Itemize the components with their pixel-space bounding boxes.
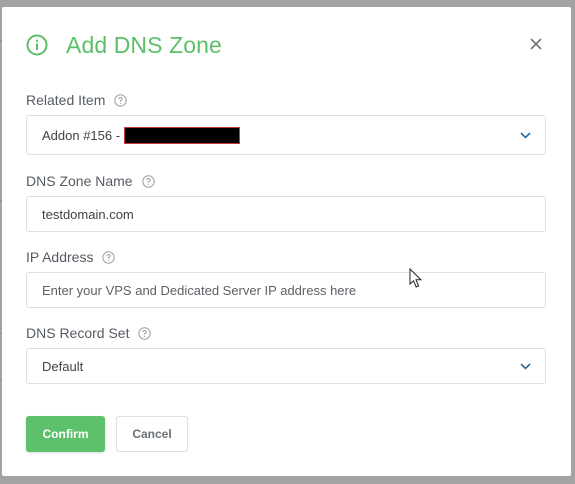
info-icon	[26, 34, 48, 56]
mouse-cursor-icon	[409, 268, 423, 288]
related-item-select[interactable]: Addon #156 -	[26, 115, 546, 155]
cancel-button[interactable]: Cancel	[116, 416, 188, 452]
question-circle-icon[interactable]	[102, 250, 116, 264]
chevron-down-icon	[520, 132, 531, 139]
dns-record-set-label: DNS Record Set	[26, 325, 152, 341]
ip-address-label: IP Address	[26, 249, 116, 265]
redacted-value	[124, 126, 241, 144]
close-button[interactable]	[529, 37, 543, 51]
dns-zone-name-input[interactable]: testdomain.com	[26, 196, 546, 232]
dns-record-set-select[interactable]: Default	[26, 348, 546, 384]
question-circle-icon[interactable]	[138, 326, 152, 340]
close-icon	[530, 38, 542, 50]
dns-zone-name-label: DNS Zone Name	[26, 173, 155, 189]
question-circle-icon[interactable]	[114, 93, 128, 107]
confirm-button[interactable]: Confirm	[26, 416, 105, 452]
related-item-label: Related Item	[26, 92, 128, 108]
add-dns-zone-dialog: Add DNS Zone Related Item Addon #156 - D…	[2, 7, 571, 476]
chevron-down-icon	[520, 363, 531, 370]
dialog-header: Add DNS Zone	[26, 31, 222, 59]
ip-address-input[interactable]: Enter your VPS and Dedicated Server IP a…	[26, 272, 546, 308]
question-circle-icon[interactable]	[141, 174, 155, 188]
dialog-title: Add DNS Zone	[66, 31, 222, 58]
